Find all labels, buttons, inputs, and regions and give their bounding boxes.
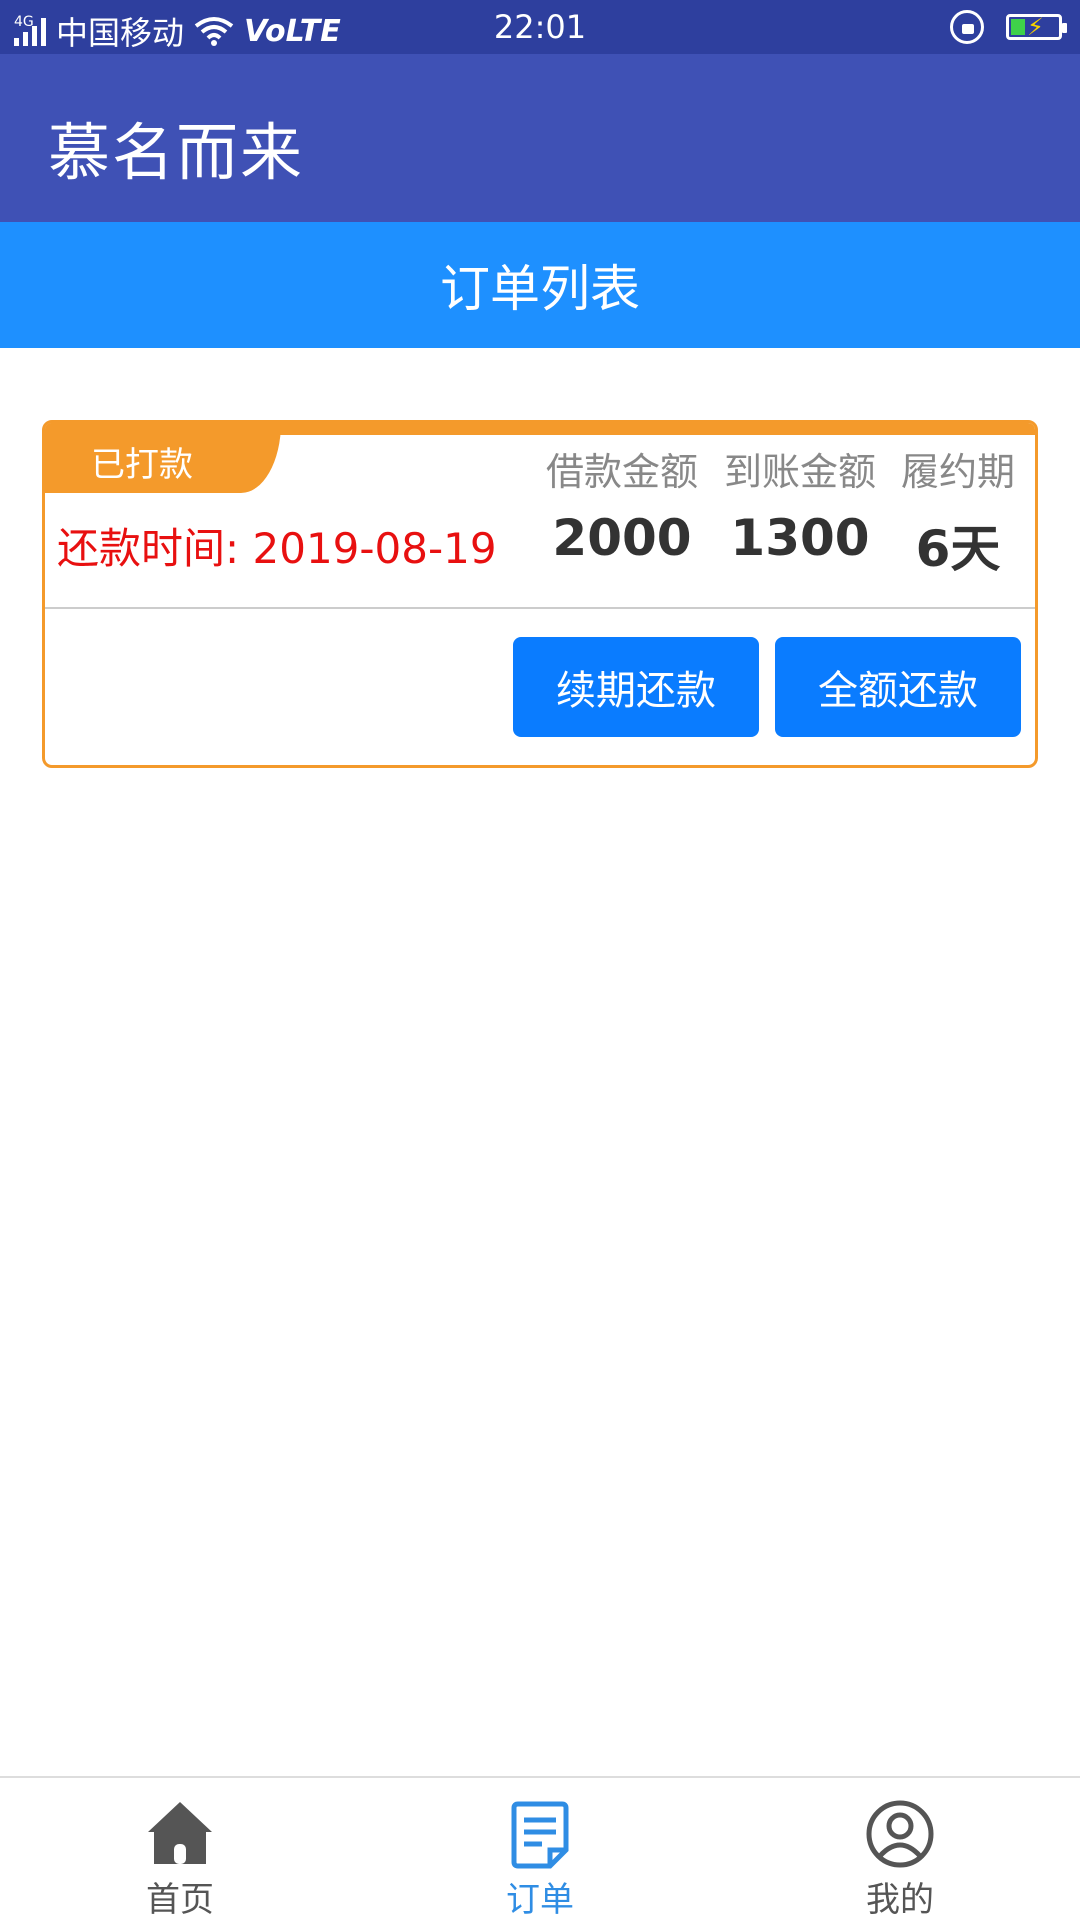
order-list-icon bbox=[511, 1801, 569, 1869]
received-amount-value: 1300 bbox=[730, 509, 870, 567]
status-label: 已打款 bbox=[91, 445, 193, 485]
order-card: 已打款 借款金额 到账金额 履约期 还款时间: 2019-08-19 2000 … bbox=[42, 420, 1038, 768]
battery-icon: ⚡ bbox=[1006, 13, 1067, 41]
nav-item-orders[interactable]: 订单 bbox=[360, 1778, 720, 1920]
renew-repay-button[interactable]: 续期还款 bbox=[513, 637, 759, 737]
due-date: 还款时间: 2019-08-19 bbox=[57, 524, 497, 573]
app-title: 慕名而来 bbox=[48, 116, 305, 189]
page-title: 订单列表 bbox=[440, 260, 640, 318]
term-header: 履约期 bbox=[900, 450, 1015, 494]
page-header: 订单列表 bbox=[0, 222, 1080, 348]
nav-item-me[interactable]: 我的 bbox=[720, 1778, 1080, 1920]
app-bar: 慕名而来 bbox=[0, 54, 1080, 222]
loan-amount-header: 借款金额 bbox=[545, 450, 698, 494]
full-repay-button[interactable]: 全额还款 bbox=[775, 637, 1021, 737]
user-icon bbox=[866, 1800, 934, 1868]
clock: 22:01 bbox=[493, 8, 587, 46]
term-value: 6天 bbox=[915, 520, 1001, 578]
loan-amount-value: 2000 bbox=[552, 509, 692, 567]
bottom-nav: 首页 订单 我的 bbox=[0, 1776, 1080, 1920]
status-badge: 已打款 bbox=[45, 423, 281, 493]
status-bar: 4G 中国移动 VoLTE 22:01 ⚡ bbox=[0, 0, 1080, 54]
status-right: ⚡ bbox=[950, 10, 1067, 44]
nav-label-home: 首页 bbox=[146, 1880, 214, 1920]
nav-label-orders: 订单 bbox=[506, 1880, 574, 1920]
nav-item-home[interactable]: 首页 bbox=[0, 1778, 360, 1920]
received-amount-header: 到账金额 bbox=[723, 450, 876, 494]
card-divider bbox=[45, 607, 1035, 609]
home-icon bbox=[148, 1802, 212, 1864]
nav-label-me: 我的 bbox=[866, 1880, 934, 1920]
rotation-lock-icon bbox=[950, 10, 984, 44]
